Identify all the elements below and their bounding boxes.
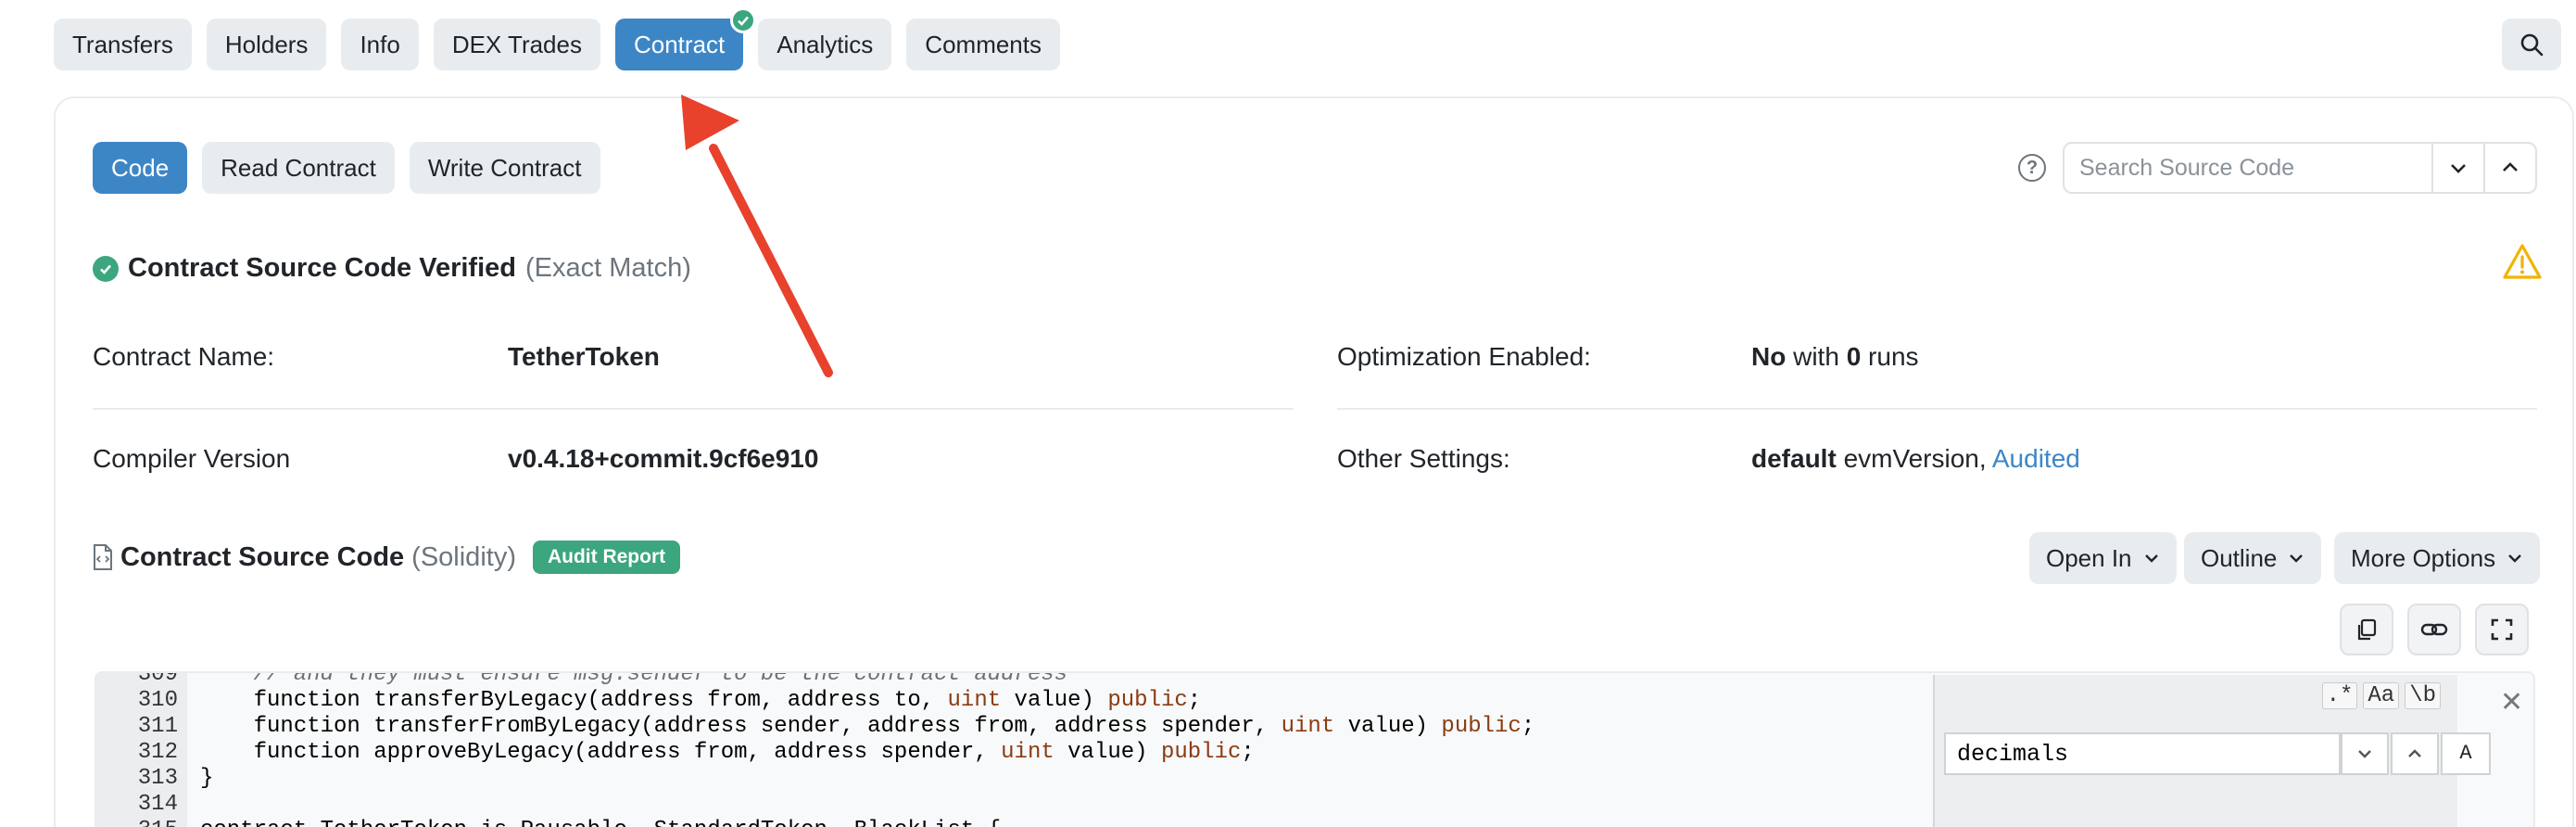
code-line: 309 // and they must ensure msg.sender t… (137, 671, 1068, 687)
permalink-button[interactable] (2407, 604, 2461, 655)
tab-comments[interactable]: Comments (906, 19, 1060, 70)
find-next-button[interactable] (2341, 732, 2389, 775)
code-line: 311 function transferFromByLegacy(addres… (137, 714, 1535, 739)
other-settings-value: default evmVersion, Audited (1751, 444, 2080, 473)
tab-transfers[interactable]: Transfers (54, 19, 192, 70)
tab-contract[interactable]: Contract (614, 7, 757, 70)
contract-name-value: TetherToken (508, 342, 660, 371)
case-sensitive-toggle[interactable]: Aa (2363, 682, 2400, 709)
tab-dex-trades[interactable]: DEX Trades (433, 19, 600, 70)
whole-word-toggle[interactable]: \b (2405, 682, 2441, 709)
divider (93, 408, 1294, 410)
code-line: 314 (137, 792, 178, 817)
verification-match: (Exact Match) (525, 253, 691, 283)
regex-toggle[interactable]: .* (2321, 682, 2358, 709)
outline-dropdown[interactable]: Outline (2184, 532, 2322, 584)
tab-holders[interactable]: Holders (206, 19, 327, 70)
divider (1337, 408, 2537, 410)
audit-report-badge[interactable]: Audit Report (532, 541, 681, 574)
close-icon[interactable]: ✕ (2500, 686, 2523, 719)
verification-title: Contract Source Code Verified (128, 253, 516, 283)
verification-status: Contract Source Code Verified (Exact Mat… (93, 253, 691, 284)
contract-name-label: Contract Name: (93, 342, 275, 371)
source-search (2063, 142, 2537, 194)
subtab-code[interactable]: Code (93, 142, 188, 194)
code-line: 312 function approveByLegacy(address fro… (137, 740, 1255, 765)
contract-subtabs: Code Read Contract Write Contract (93, 142, 600, 194)
verified-check-icon (730, 7, 757, 33)
tab-info[interactable]: Info (341, 19, 419, 70)
chevron-down-icon (2144, 554, 2158, 563)
expand-icon (2491, 618, 2513, 641)
compiler-version-label: Compiler Version (93, 444, 291, 473)
chevron-up-icon (2503, 162, 2518, 172)
help-icon[interactable]: ? (2018, 154, 2046, 182)
chevron-up-icon (2408, 749, 2421, 757)
find-all-button[interactable]: A (2441, 732, 2491, 775)
chevron-down-icon (2508, 554, 2521, 563)
find-prev-button[interactable] (2391, 732, 2439, 775)
optimization-label: Optimization Enabled: (1337, 342, 1591, 371)
code-line: 315contract TetherToken is Pausable, Sta… (96, 818, 1001, 827)
open-in-dropdown[interactable]: Open In (2029, 532, 2177, 584)
source-code-title: Contract Source Code (Solidity) Audit Re… (93, 541, 681, 574)
tab-analytics[interactable]: Analytics (758, 19, 892, 70)
file-code-icon (94, 544, 112, 570)
verified-check-icon (93, 255, 119, 282)
compiler-version-value: v0.4.18+commit.9cf6e910 (508, 444, 819, 473)
find-input[interactable]: decimals (1944, 732, 2341, 775)
optimization-value: No with 0 runs (1751, 342, 1919, 371)
source-search-input[interactable] (2065, 144, 2431, 192)
chevron-down-icon (2451, 164, 2466, 173)
chevron-down-icon (2358, 750, 2371, 758)
more-options-dropdown[interactable]: More Options (2334, 532, 2541, 584)
other-settings-label: Other Settings: (1337, 444, 1510, 473)
subtab-read-contract[interactable]: Read Contract (202, 142, 395, 194)
copy-button[interactable] (2340, 604, 2393, 655)
code-line: 313} (137, 766, 214, 791)
chevron-down-icon (2290, 554, 2304, 563)
tab-contract-label: Contract (633, 30, 726, 58)
code-line: 310 function transferByLegacy(address fr… (137, 688, 1202, 713)
warning-icon[interactable] (2502, 243, 2543, 285)
audited-link[interactable]: Audited (1992, 444, 2080, 473)
search-prev-button[interactable] (2483, 144, 2535, 192)
top-tab-bar: Transfers Holders Info DEX Trades Contra… (54, 7, 1060, 70)
copy-icon (2357, 618, 2377, 641)
link-icon (2420, 623, 2448, 636)
find-options: .* Aa \b (2321, 682, 2441, 709)
subtab-write-contract[interactable]: Write Contract (409, 142, 600, 194)
search-icon (2520, 33, 2544, 57)
search-next-button[interactable] (2431, 144, 2483, 192)
fullscreen-button[interactable] (2475, 604, 2529, 655)
search-button[interactable] (2502, 19, 2561, 70)
